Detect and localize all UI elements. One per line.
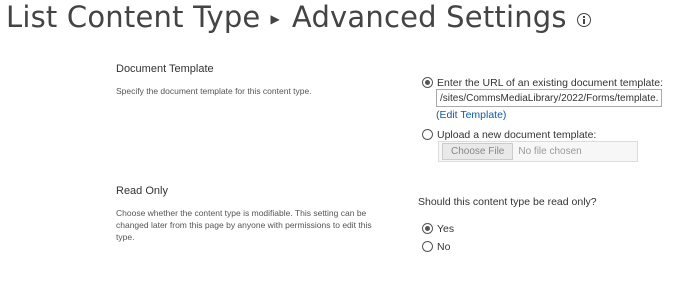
file-status-text: No file chosen bbox=[518, 146, 582, 157]
read-only-yes-label: Yes bbox=[437, 222, 455, 235]
file-upload-field[interactable]: Choose File No file chosen bbox=[438, 141, 638, 162]
choose-file-button[interactable]: Choose File bbox=[442, 143, 514, 160]
document-template-title: Document Template bbox=[116, 63, 214, 75]
read-only-question: Should this content type be read only? bbox=[418, 196, 597, 208]
page-title: List Content Type ▶ Advanced Settings bbox=[6, 0, 591, 34]
document-template-description: Specify the document template for this c… bbox=[116, 86, 312, 96]
triangle-right-icon: ▶ bbox=[270, 12, 280, 26]
info-icon[interactable] bbox=[576, 13, 591, 27]
url-template-radio[interactable] bbox=[422, 77, 433, 89]
read-only-no-option[interactable]: No bbox=[422, 238, 450, 256]
read-only-title: Read Only bbox=[116, 185, 168, 197]
page-title-part1: List Content Type bbox=[6, 0, 261, 34]
template-url-input[interactable] bbox=[436, 89, 662, 107]
read-only-yes-radio[interactable] bbox=[422, 223, 433, 235]
edit-template-link[interactable]: (Edit Template) bbox=[436, 109, 506, 121]
url-template-label: Enter the URL of an existing document te… bbox=[437, 76, 664, 89]
upload-template-label: Upload a new document template: bbox=[437, 128, 597, 141]
read-only-yes-option[interactable]: Yes bbox=[422, 220, 454, 238]
read-only-no-radio[interactable] bbox=[422, 241, 433, 253]
upload-template-radio[interactable] bbox=[422, 129, 433, 141]
page-title-part2: Advanced Settings bbox=[291, 0, 567, 34]
read-only-no-label: No bbox=[437, 240, 451, 253]
read-only-description: Choose whether the content type is modif… bbox=[116, 208, 372, 242]
